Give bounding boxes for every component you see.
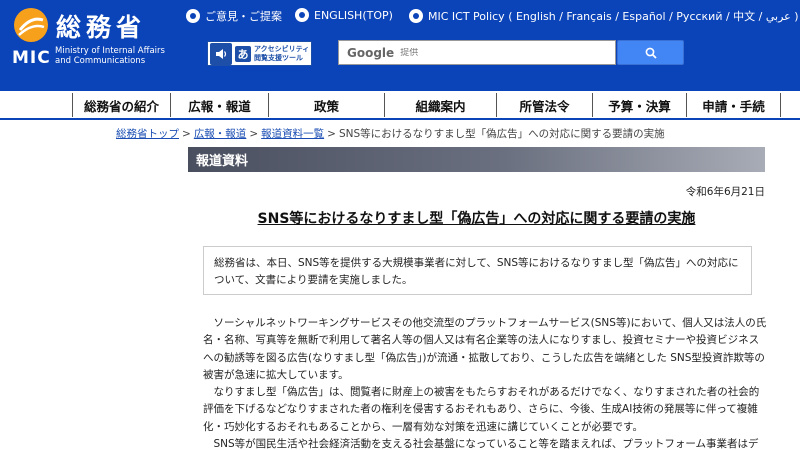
search-button[interactable] — [617, 40, 684, 65]
nav-item-budget[interactable]: 予算・決算 — [592, 93, 686, 117]
nav-item-applications[interactable]: 申請・手続 — [686, 93, 781, 117]
body-paragraph: SNS等が国民生活や社会経済活動を支える社会基盤になっていること等を踏まえれば、… — [213, 438, 759, 450]
google-brand-label: Google — [347, 45, 395, 60]
english-top-link[interactable]: ENGLISH(TOP) — [295, 8, 393, 22]
logo-title: 総務省 — [56, 13, 147, 42]
nav-item-about[interactable]: 総務省の紹介 — [72, 93, 170, 117]
ict-policy-link-label: MIC ICT Policy ( English / Français / Es… — [428, 10, 799, 23]
speaker-icon — [210, 42, 232, 65]
nav-item-laws[interactable]: 所管法令 — [496, 93, 592, 117]
opinion-link-label: ご意見・ご提案 — [205, 10, 282, 23]
nav-item-press[interactable]: 広報・報道 — [170, 93, 268, 117]
circle-bullet-icon — [295, 8, 309, 22]
body-paragraph: ソーシャルネットワーキングサービスその他交流型のプラットフォームサービス(SNS… — [203, 317, 767, 381]
page-title: SNS等におけるなりすまし型「偽広告」への対応に関する要請の実施 — [257, 211, 696, 227]
logo-abbr: MIC — [12, 48, 51, 68]
search-input[interactable] — [400, 47, 601, 58]
body-paragraph: なりすまし型「偽広告」は、閲覧者に財産上の被害をもたらすおそれがあるだけでなく、… — [203, 386, 760, 433]
breadcrumb: 総務省トップ > 広報・報道 > 報道資料一覧 > SNS等におけるなりすまし型「偽広告」へ… — [116, 126, 665, 141]
accessibility-line1: アクセシビリティ — [254, 44, 310, 53]
accessibility-tool-button[interactable]: あ アクセシビリティ 閲覧支援ツール — [207, 41, 312, 66]
search-icon — [645, 47, 657, 59]
header-top-links: ご意見・ご提案 ENGLISH(TOP) MIC ICT Policy ( En… — [186, 8, 799, 26]
breadcrumb-separator: > — [182, 128, 191, 140]
accessibility-tool-label: アクセシビリティ 閲覧支援ツール — [254, 45, 309, 63]
breadcrumb-separator: > — [249, 128, 259, 140]
breadcrumb-link-press-list[interactable]: 報道資料一覧 — [261, 128, 324, 140]
summary-box: 総務省は、本日、SNS等を提供する大規模事業者に対して、SNS等におけるなりすま… — [203, 246, 752, 295]
english-top-link-label: ENGLISH(TOP) — [314, 8, 393, 22]
opinion-link[interactable]: ご意見・ご提案 — [186, 8, 282, 24]
logo-english-line1: Ministry of Internal Affairs — [55, 46, 165, 56]
ict-policy-link[interactable]: MIC ICT Policy ( English / Français / Es… — [409, 8, 799, 24]
circle-bullet-icon — [409, 9, 423, 23]
nav-item-organization[interactable]: 組織案内 — [384, 93, 496, 117]
breadcrumb-link-press[interactable]: 広報・報道 — [194, 128, 247, 140]
global-nav-bar: 総務省の紹介 広報・報道 政策 組織案内 所管法令 予算・決算 申請・手続 — [72, 93, 782, 117]
logo-english-line2: and Communications — [55, 56, 146, 66]
nav-item-policy[interactable]: 政策 — [268, 93, 384, 117]
global-nav: 総務省の紹介 広報・報道 政策 組織案内 所管法令 予算・決算 申請・手続 — [0, 91, 800, 120]
article-body: ソーシャルネットワーキングサービスその他交流型のプラットフォームサービス(SNS… — [203, 315, 768, 450]
release-date: 令和6年6月21日 — [685, 186, 765, 198]
accessibility-line2: 閲覧支援ツール — [254, 53, 303, 62]
site-search-box: Google — [338, 40, 616, 65]
breadcrumb-link-top[interactable]: 総務省トップ — [116, 128, 179, 140]
breadcrumb-current: SNS等におけるなりすまし型「偽広告」への対応に関する要請の実施 — [338, 128, 665, 140]
speaker-icon-svg — [216, 48, 227, 59]
breadcrumb-separator: > — [327, 128, 336, 140]
circle-bullet-icon — [186, 9, 200, 23]
section-heading: 報道資料 — [188, 147, 765, 172]
site-header: 総務省 MIC Ministry of Internal Affairs and… — [0, 0, 800, 91]
mic-logo-icon — [14, 8, 48, 42]
hiragana-a-icon: あ — [235, 45, 251, 62]
logo-english-name: Ministry of Internal Affairs and Communi… — [55, 46, 165, 66]
